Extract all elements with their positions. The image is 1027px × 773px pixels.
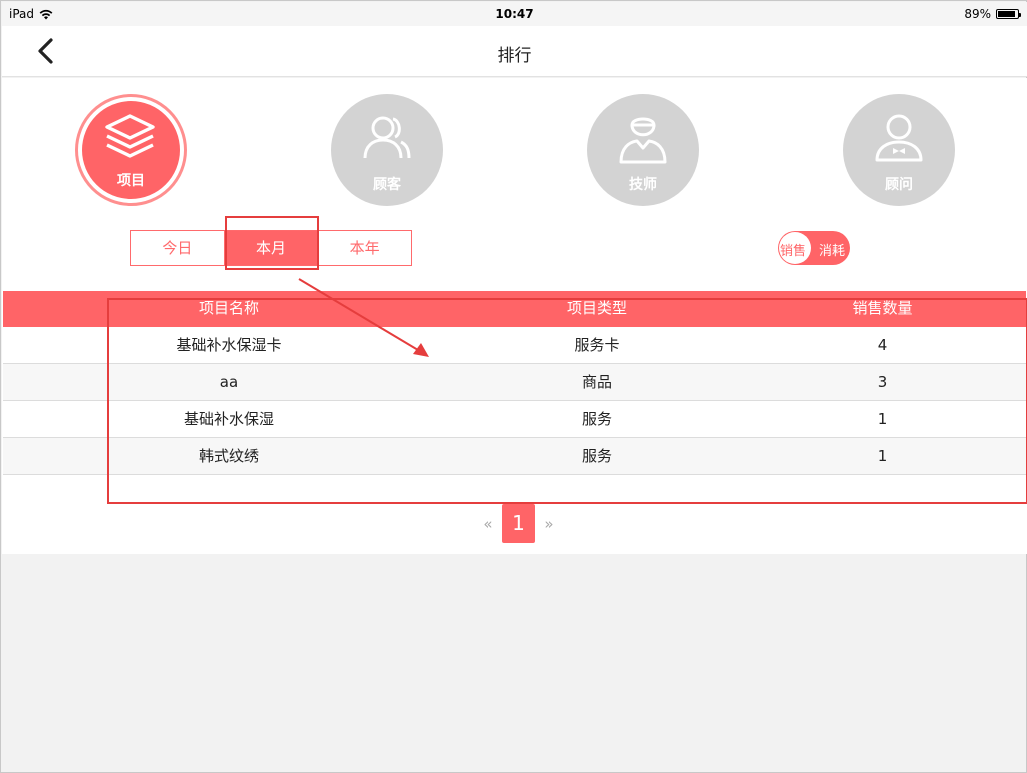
toggle-consumption-label: 消耗 [819,244,846,259]
prev-page-button[interactable]: « [475,515,501,533]
tab-this-year[interactable]: 本年 [318,231,412,265]
category-technicians-label: 技师 [629,177,657,193]
consultant-icon [875,114,923,162]
page-title: 排行 [497,46,532,66]
layers-icon [105,114,155,158]
page-number-button[interactable]: 1 [502,504,535,543]
users-icon [363,116,411,159]
sales-consumption-toggle[interactable]: 销售 消耗 [778,231,850,265]
tab-today[interactable]: 今日 [131,231,225,265]
battery-percent: 89% [964,7,991,21]
technician-icon [619,117,667,164]
nav-bar: 排行 [2,26,1027,77]
battery-icon [996,9,1021,19]
annotation-box-month [225,216,319,270]
annotation-box-table [107,298,1027,504]
app-frame: iPad 10:47 89% 排行 项目 顾客 技师 顾问 今日 本月 本年 销… [0,0,1027,773]
annotation-arrow [298,278,429,357]
category-customers-label: 顾客 [373,177,401,193]
pagination: « 1 » [475,504,562,543]
battery-fill [998,11,1015,17]
status-bar: iPad 10:47 89% [2,2,1027,26]
next-page-button[interactable]: » [536,515,562,533]
status-time: 10:47 [495,7,534,21]
category-consultants-label: 顾问 [885,177,913,193]
category-items-button[interactable]: 项目 [75,94,187,206]
category-consultants-button[interactable]: 顾问 [843,94,955,206]
category-technicians-button[interactable]: 技师 [587,94,699,206]
toggle-sales-label: 销售 [780,244,807,259]
category-items-label: 项目 [117,173,145,189]
status-right: 89% [964,7,1021,21]
category-customers-button[interactable]: 顾客 [331,94,443,206]
